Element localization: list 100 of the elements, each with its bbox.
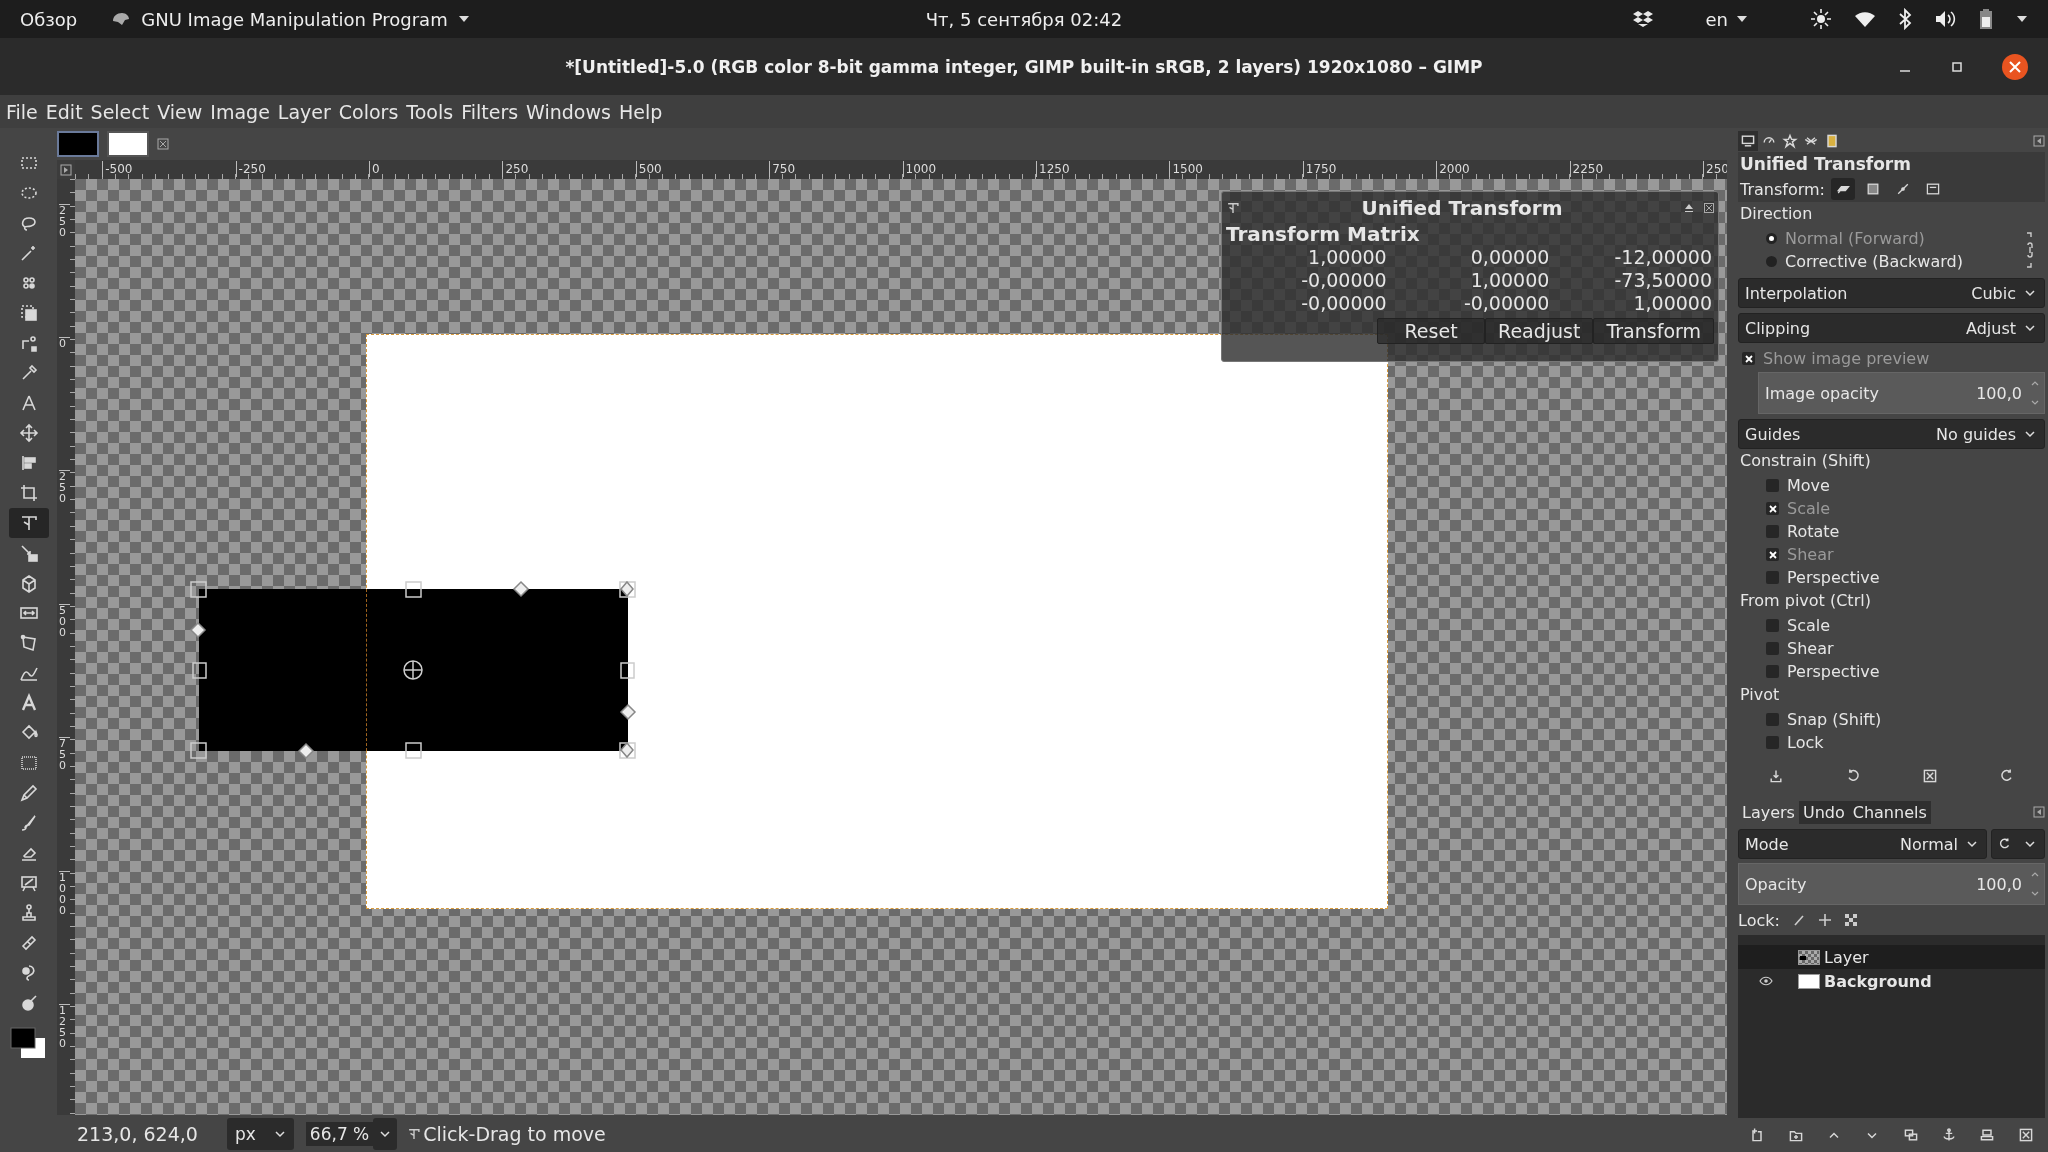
volume-icon[interactable] — [1934, 9, 1956, 29]
clock[interactable]: Чт, 5 сентября 02:42 — [925, 8, 1123, 30]
dock-menu-icon[interactable] — [2033, 135, 2045, 147]
checker-icon[interactable] — [1843, 913, 1858, 927]
clipping-dropdown[interactable]: Clipping Adjust — [1738, 313, 2045, 343]
radio-button[interactable] — [1766, 256, 1777, 267]
matrix-value: -0,00000 — [1462, 292, 1551, 314]
checkbox-label[interactable]: Snap (Shift) — [1787, 710, 1882, 729]
panel-tab[interactable]: Undo — [1798, 800, 1849, 824]
keyboard-layout-menu[interactable]: en — [1705, 8, 1748, 30]
ruler-label: 2000 — [1436, 161, 1470, 177]
app-menu[interactable]: GNU Image Manipulation Program — [111, 8, 470, 30]
checkbox-label[interactable]: Shear — [1787, 639, 1834, 658]
menu-item[interactable]: Image — [206, 100, 274, 123]
ruler-label: 0 — [59, 337, 70, 349]
eye-icon[interactable] — [1759, 976, 1773, 986]
matrix-heading: Transform Matrix — [1226, 222, 1421, 246]
radio-label[interactable]: Corrective (Backward) — [1785, 252, 1963, 271]
checkbox-label[interactable]: Rotate — [1787, 522, 1840, 541]
brightness-icon[interactable] — [1810, 8, 1832, 30]
ruler-label: 500 — [635, 161, 662, 177]
transform-label: Transform: — [1740, 179, 1825, 199]
picture-frame-icon — [1925, 181, 1941, 197]
menu-item[interactable]: Filters — [457, 100, 523, 123]
move-icon[interactable] — [1817, 913, 1832, 927]
zoom-field[interactable]: 66,7 % — [305, 1121, 374, 1146]
delete-icon[interactable] — [1921, 768, 1938, 784]
mode-dropdown[interactable]: Mode Normal — [1738, 829, 1987, 859]
checkbox[interactable] — [1766, 642, 1779, 655]
menu-item[interactable]: View — [153, 100, 207, 123]
ruler-label: 1750 — [1302, 161, 1337, 177]
menu-item[interactable]: Edit — [41, 100, 87, 123]
matrix-value: 0,00000 — [1469, 246, 1551, 268]
checkbox[interactable] — [1766, 619, 1779, 632]
checkbox[interactable] — [1766, 479, 1779, 492]
composite-dropdown[interactable] — [1991, 829, 2045, 859]
checkbox[interactable] — [1766, 571, 1779, 584]
image-tab[interactable] — [107, 131, 149, 157]
menu-item[interactable]: Layer — [273, 100, 335, 123]
dock-menu-icon[interactable] — [2033, 806, 2045, 818]
save-icon[interactable] — [1768, 768, 1785, 784]
panel-title: Unified Transform — [1738, 152, 2045, 176]
zoom-dropdown-button[interactable] — [373, 1117, 398, 1150]
layer-name[interactable]: Background — [1824, 971, 1932, 991]
interpolation-dropdown[interactable]: Interpolation Cubic — [1738, 278, 2045, 308]
matrix-value: 1,00000 — [1307, 246, 1388, 268]
image-opacity-field[interactable]: Image opacity 100,0 — [1758, 372, 2045, 414]
guides-dropdown[interactable]: Guides No guides — [1738, 419, 2045, 449]
menu-item[interactable]: Tools — [402, 100, 458, 123]
unit-dropdown[interactable]: px — [227, 1117, 294, 1150]
transform-mode-button[interactable] — [1831, 178, 1855, 200]
ruler-label: 1000 — [902, 161, 937, 177]
maximize-icon[interactable] — [1950, 59, 1964, 74]
dialog-button[interactable]: Reset — [1377, 318, 1486, 344]
image-tab[interactable] — [57, 131, 99, 157]
matrix-value: 1,00000 — [1632, 292, 1713, 314]
chain-icon[interactable] — [2025, 230, 2035, 270]
activities-button[interactable]: Обзор — [20, 8, 78, 30]
layer-opacity-field[interactable]: Opacity 100,0 — [1738, 863, 2045, 905]
menu-item[interactable]: Select — [86, 100, 154, 123]
checkbox[interactable] — [1766, 525, 1779, 538]
box-icon[interactable] — [1631, 9, 1654, 29]
checkbox-label[interactable]: Lock — [1787, 733, 1824, 752]
menu-item[interactable]: Windows — [522, 100, 615, 123]
close-icon[interactable] — [2002, 53, 2028, 80]
dialog-button[interactable]: Transform — [1593, 318, 1714, 344]
chevron-icon — [2024, 840, 2036, 848]
brush-stroke-icon[interactable] — [1791, 913, 1806, 927]
transform-icon — [1226, 201, 1240, 215]
delete-icon[interactable] — [2017, 1127, 2034, 1143]
checkbox-label[interactable]: Scale — [1787, 616, 1831, 635]
panel-tab[interactable]: Channels — [1848, 800, 1931, 824]
checkbox[interactable] — [1766, 713, 1779, 726]
ruler-label: 1000 — [59, 870, 70, 916]
checkbox-label[interactable]: Perspective — [1787, 662, 1880, 681]
ruler-corner-icon[interactable] — [60, 163, 72, 176]
checkbox-label[interactable]: Perspective — [1787, 568, 1880, 587]
menu-item[interactable]: Help — [614, 100, 667, 123]
wifi-icon[interactable] — [1854, 10, 1876, 28]
layer-name[interactable]: Layer — [1824, 947, 1869, 967]
eject-icon[interactable] — [1684, 203, 1694, 213]
checkbox[interactable] — [1766, 665, 1779, 678]
section-label: Constrain (Shift) — [1739, 450, 1872, 472]
battery-icon[interactable] — [1978, 8, 1994, 30]
layer-row[interactable]: Layer — [1738, 945, 2045, 969]
duplicate-icon[interactable] — [1902, 1127, 1919, 1143]
section-label: Direction — [1739, 203, 1814, 225]
checkbox-label[interactable]: Move — [1787, 476, 1830, 495]
dialog-button[interactable]: Readjust — [1485, 318, 1594, 344]
canvas[interactable]: Unified Transform Transform Matrix 1,00000 0,00000 -12,00000 -0,00000 1,00000 -73,50000 -0,00000 -0,00000 1,00000 Reset Readjust Transform — [75, 179, 1727, 1115]
layer-row[interactable]: Background — [1738, 969, 2045, 993]
dialog-title: Unified Transform — [1360, 196, 1564, 220]
merge-icon[interactable] — [1979, 1127, 1996, 1143]
matrix-value: -73,50000 — [1613, 269, 1713, 291]
menu-item[interactable]: Colors — [334, 100, 403, 123]
tool-button[interactable] — [8, 508, 49, 538]
menu-item[interactable]: File — [2, 100, 42, 123]
bluetooth-icon[interactable] — [1898, 8, 1912, 30]
caret-icon[interactable] — [2016, 15, 2028, 23]
checkbox[interactable] — [1766, 736, 1779, 749]
